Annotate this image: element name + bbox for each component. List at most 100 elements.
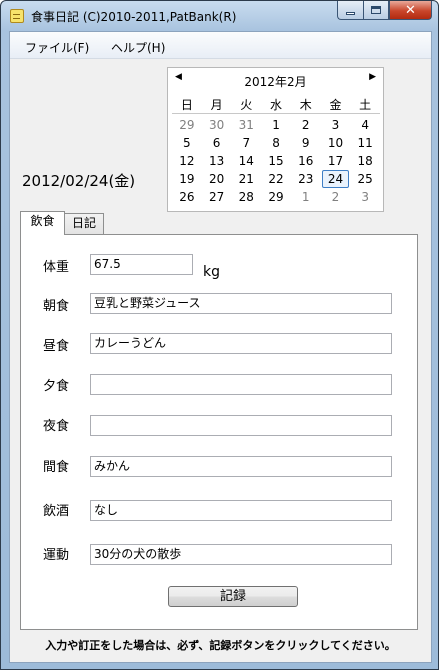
weekday-mon: 月 [210, 98, 223, 112]
calendar-day-number: 1 [272, 118, 280, 132]
calendar-day-number: 25 [357, 172, 373, 186]
tab-meals[interactable]: 飲食 [20, 211, 65, 235]
calendar-day[interactable]: 7 [231, 134, 261, 152]
calendar-day-number: 19 [179, 172, 195, 186]
calendar-day-number: 10 [327, 136, 344, 150]
snack-input[interactable]: みかん [90, 456, 392, 477]
weekday-sun: 日 [180, 98, 193, 112]
calendar-day[interactable]: 21 [231, 170, 261, 188]
calendar-day[interactable]: 1 [261, 116, 291, 134]
drink-label: 飲酒 [43, 504, 70, 519]
calendar-day[interactable]: 14 [231, 152, 261, 170]
calendar-week: 19 20 21 22 23 24 25 [172, 170, 380, 188]
client-area: ファイル(F) ヘルプ(H) ◀ 2012年2月 ▶ 日 月 火 水 木 金 土… [9, 31, 432, 663]
calendar-day[interactable]: 23 [291, 170, 321, 188]
calendar-day[interactable]: 3 [321, 116, 351, 134]
calendar-header: ◀ 2012年2月 ▶ [168, 68, 383, 90]
calendar-day[interactable]: 2 [321, 188, 351, 206]
calendar-day[interactable]: 18 [350, 152, 380, 170]
calendar-day-number: 12 [179, 154, 195, 168]
night-meal-label: 夜食 [43, 419, 70, 434]
calendar-day[interactable]: 15 [261, 152, 291, 170]
calendar-day-number: 15 [268, 154, 284, 168]
tab-diary[interactable]: 日記 [64, 213, 104, 234]
calendar-day[interactable]: 1 [291, 188, 321, 206]
title-bar[interactable]: 食事日記 (C)2010-2011,PatBank(R) ✕ [1, 1, 438, 31]
calendar-day-number: 3 [361, 190, 369, 204]
calendar-day-number: 14 [238, 154, 254, 168]
calendar-day[interactable]: 29 [261, 188, 291, 206]
calendar-day[interactable]: 4 [350, 116, 380, 134]
maximize-icon [371, 6, 381, 14]
maximize-button[interactable] [363, 1, 389, 20]
calendar-weekdays: 日 月 火 水 木 金 土 [172, 96, 380, 114]
calendar-day[interactable]: 19 [172, 170, 202, 188]
exercise-input[interactable]: 30分の犬の散歩 [90, 544, 392, 565]
calendar-day[interactable]: 31 [231, 116, 261, 134]
weight-input[interactable]: 67.5 [90, 254, 193, 275]
close-button[interactable]: ✕ [389, 1, 432, 20]
dinner-input[interactable] [90, 374, 392, 395]
calendar-day-number: 3 [331, 118, 340, 132]
menu-help[interactable]: ヘルプ(H) [111, 39, 165, 56]
drink-input[interactable]: なし [90, 500, 392, 521]
calendar-day-number: 1 [301, 190, 310, 204]
calendar-day[interactable]: 29 [172, 116, 202, 134]
calendar-day[interactable]: 20 [202, 170, 232, 188]
calendar-day[interactable]: 26 [172, 188, 202, 206]
calendar-day[interactable]: 10 [321, 134, 351, 152]
calendar-week: 29 30 31 1 2 3 4 [172, 116, 380, 134]
calendar-day-number: 8 [272, 136, 280, 150]
calendar-day[interactable]: 12 [172, 152, 202, 170]
calendar-day[interactable]: 24 [321, 170, 351, 188]
calendar-day-number: 27 [208, 190, 225, 204]
calendar-week: 5 6 7 8 9 10 11 [172, 134, 380, 152]
record-button[interactable]: 記録 [168, 586, 298, 607]
calendar-day[interactable]: 6 [202, 134, 232, 152]
menu-bar: ファイル(F) ヘルプ(H) [10, 32, 431, 59]
exercise-label: 運動 [43, 548, 70, 563]
calendar-day[interactable]: 9 [291, 134, 321, 152]
month-calendar[interactable]: ◀ 2012年2月 ▶ 日 月 火 水 木 金 土 29 30 31 1 2 3 4 5 6 7 8… [167, 67, 384, 212]
calendar-day[interactable]: 3 [350, 188, 380, 206]
lunch-label: 昼食 [43, 339, 70, 354]
calendar-month-label[interactable]: 2012年2月 [168, 73, 383, 90]
weight-label: 体重 [43, 260, 70, 275]
calendar-day[interactable]: 8 [261, 134, 291, 152]
calendar-day[interactable]: 27 [202, 188, 232, 206]
calendar-day-number: 7 [242, 136, 251, 150]
close-icon: ✕ [405, 2, 416, 18]
dinner-label: 夕食 [43, 379, 70, 394]
menu-file[interactable]: ファイル(F) [25, 39, 89, 56]
calendar-day-number: 29 [268, 190, 284, 204]
next-month-icon[interactable]: ▶ [369, 72, 376, 82]
calendar-day[interactable]: 25 [350, 170, 380, 188]
weekday-sat: 土 [359, 98, 372, 112]
calendar-day-number: 30 [208, 118, 225, 132]
calendar-day-number: 29 [179, 118, 195, 132]
snack-label: 間食 [43, 460, 70, 475]
calendar-day[interactable]: 11 [350, 134, 380, 152]
calendar-day-number: 24 [327, 172, 344, 186]
calendar-day-number: 6 [212, 136, 221, 150]
calendar-day[interactable]: 22 [261, 170, 291, 188]
breakfast-label: 朝食 [43, 299, 70, 314]
calendar-day[interactable]: 13 [202, 152, 232, 170]
calendar-day-number: 9 [301, 136, 310, 150]
night-meal-input[interactable] [90, 415, 392, 436]
caption-buttons: ✕ [337, 1, 432, 20]
calendar-day[interactable]: 16 [291, 152, 321, 170]
breakfast-input[interactable]: 豆乳と野菜ジュース [90, 293, 392, 314]
calendar-day[interactable]: 30 [202, 116, 232, 134]
calendar-day[interactable]: 5 [172, 134, 202, 152]
calendar-day[interactable]: 28 [231, 188, 261, 206]
calendar-day-number: 5 [183, 136, 191, 150]
calendar-day[interactable]: 2 [291, 116, 321, 134]
lunch-input[interactable]: カレーうどん [90, 333, 392, 354]
calendar-day-number: 20 [208, 172, 225, 186]
weekday-tue: 火 [240, 98, 253, 112]
minimize-button[interactable] [337, 1, 363, 20]
window-title: 食事日記 (C)2010-2011,PatBank(R) [31, 10, 237, 24]
calendar-day-number: 4 [361, 118, 369, 132]
calendar-day[interactable]: 17 [321, 152, 351, 170]
